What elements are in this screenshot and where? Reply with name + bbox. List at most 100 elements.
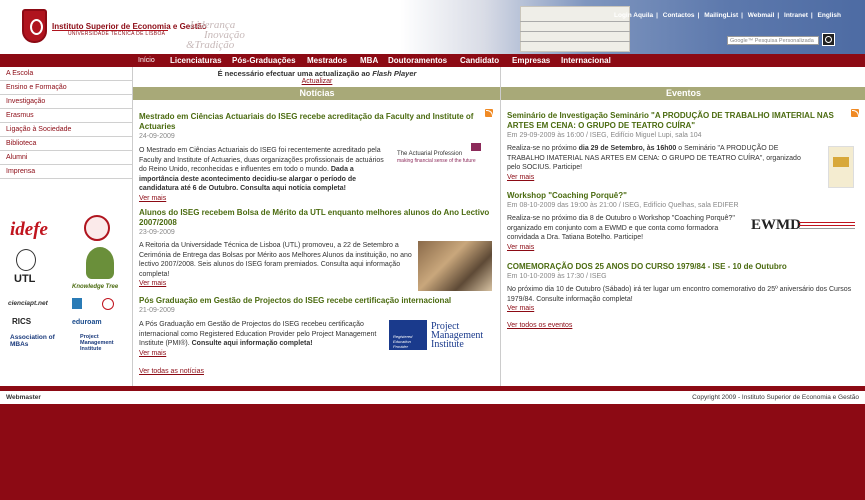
flash-notice-flash: Flash Player <box>372 69 417 78</box>
site-header: Instituto Superior de Economia e Gestão … <box>0 0 865 54</box>
news-item: Mestrado em Ciências Actuariais do ISEG … <box>139 112 484 140</box>
event-body-bold: dia 29 de Setembro, às 16h00 <box>578 145 677 152</box>
knowledge-tree-logo[interactable]: Knowledge Tree <box>72 284 118 290</box>
sidebar-item-a-escola[interactable]: A Escola <box>0 67 132 81</box>
top-link-login[interactable]: Login Aquila <box>614 12 653 19</box>
event-date: Em 29-09-2009 às 16:00 / ISEG, Edifício … <box>507 132 702 139</box>
poster-figure <box>833 157 849 167</box>
sidebar-item-ensino[interactable]: Ensino e Formação <box>0 81 132 95</box>
news-more-link[interactable]: Ver mais <box>139 280 413 287</box>
top-link-webmail[interactable]: Webmail <box>748 12 775 19</box>
news-date: 21-09-2009 <box>139 307 175 314</box>
event-body-prefix: Realiza-se no próximo <box>507 145 577 152</box>
iseg-logo[interactable] <box>22 9 47 43</box>
flash-notice-text: É necessário efectuar uma actualização a… <box>217 69 371 78</box>
eduroam-logo[interactable]: eduroam <box>72 319 102 326</box>
seminar-poster-thumbnail[interactable] <box>828 146 854 188</box>
utl-logo[interactable]: UTL <box>14 273 35 285</box>
left-sidebar: A Escola Ensino e Formação Investigação … <box>0 67 132 386</box>
all-news-link[interactable]: Ver todas as notícias <box>139 368 204 375</box>
pmi-caption: Project Management Institute <box>431 321 484 350</box>
sidebar-item-imprensa[interactable]: Imprensa <box>0 165 132 179</box>
slogan: Liderança Inovação &Tradição <box>186 20 245 51</box>
association-of-mbas-logo[interactable]: Association of MBAs <box>10 334 68 348</box>
event-more-link[interactable]: Ver mais <box>507 244 747 251</box>
event-body: No próximo dia 10 de Outubro (Sábado) ir… <box>507 283 855 312</box>
all-events-link[interactable]: Ver todos os eventos <box>507 322 572 329</box>
nav-inicio[interactable]: Início <box>138 57 155 64</box>
news-more-link[interactable]: Ver mais <box>139 350 385 357</box>
event-item: Workshop "Coaching Porquê?" Em 08-10-200… <box>507 191 855 209</box>
nav-empresas[interactable]: Empresas <box>512 56 550 65</box>
event-body: Realiza-se no próximo dia 29 de Setembro… <box>507 142 813 181</box>
rics-logo[interactable]: RICS <box>12 317 31 326</box>
event-title[interactable]: Seminário de Investigação Seminário "A P… <box>507 111 855 131</box>
utl-emblem <box>16 249 36 271</box>
event-more-link[interactable]: Ver mais <box>507 174 813 181</box>
news-title[interactable]: Alunos do ISEG recebem Bolsa de Mérito d… <box>139 208 495 228</box>
nav-pos-graduacoes[interactable]: Pós-Graduações <box>232 56 296 65</box>
actuarial-crest-icon <box>471 143 481 151</box>
search-icon[interactable] <box>822 33 835 46</box>
nav-doutoramentos[interactable]: Doutoramentos <box>388 56 447 65</box>
news-title[interactable]: Mestrado em Ciências Actuariais do ISEG … <box>139 112 484 132</box>
top-links: Login Aquila | Contactos | MailingList | We… <box>614 12 841 19</box>
actuarial-profession-logo[interactable]: The Actuarial Profession making financia… <box>397 143 493 165</box>
news-body-bold: Consulte aqui informação completa! <box>191 340 313 347</box>
actuarial-subcaption: making financial sense of the future <box>397 158 476 164</box>
news-item: Pós Graduação em Gestão de Projectos do … <box>139 296 495 314</box>
top-link-english[interactable]: English <box>818 12 841 19</box>
nav-licenciaturas[interactable]: Licenciaturas <box>170 56 222 65</box>
rss-icon[interactable] <box>485 109 493 117</box>
sidebar-item-investigacao[interactable]: Investigação <box>0 95 132 109</box>
top-link-intranet[interactable]: Intranet <box>784 12 808 19</box>
flash-update-link-wrap: Actualizar <box>133 78 501 85</box>
news-more-link[interactable]: Ver mais <box>139 195 393 202</box>
nav-internacional[interactable]: Internacional <box>561 56 611 65</box>
partner-icon-blue[interactable] <box>72 298 82 309</box>
news-date: 23-09-2009 <box>139 229 175 236</box>
sidebar-item-alumni[interactable]: Alumni <box>0 151 132 165</box>
nav-mba[interactable]: MBA <box>360 56 378 65</box>
copyright-text: Copyright 2009 - Instituto Superior de E… <box>692 394 859 401</box>
search-input[interactable]: Google™ Pesquisa Personalizada <box>727 36 819 45</box>
pmi-logo-small[interactable]: Project Management Institute <box>80 334 128 352</box>
partner-logos: idefe UTL Knowledge Tree cienciapt.net R… <box>6 215 128 357</box>
sidebar-item-erasmus[interactable]: Erasmus <box>0 109 132 123</box>
site-footer: Webmaster Copyright 2009 - Instituto Sup… <box>0 391 865 404</box>
sidebar-item-biblioteca[interactable]: Biblioteca <box>0 137 132 151</box>
ewmd-subtext-lines <box>799 222 855 223</box>
event-body: Realiza-se no próximo dia 8 de Outubro o… <box>507 212 747 251</box>
idefe-logo[interactable]: idefe <box>10 219 48 241</box>
event-title[interactable]: Workshop "Coaching Porquê?" <box>507 191 855 201</box>
sidebar-item-ligacao[interactable]: Ligação à Sociedade <box>0 123 132 137</box>
events-column: Eventos Seminário de Investigação Seminá… <box>500 67 865 386</box>
awards-ceremony-photo[interactable] <box>418 241 492 291</box>
nav-mestrados[interactable]: Mestrados <box>307 56 347 65</box>
flash-update-link[interactable]: Actualizar <box>302 78 333 85</box>
university-seal-logo[interactable] <box>84 215 110 241</box>
event-date: Em 08-10-2009 das 19:00 às 21:00 / ISEG,… <box>507 202 739 209</box>
main-nav: Início Licenciaturas Pós-Graduações Mest… <box>0 54 865 67</box>
event-title[interactable]: COMEMORAÇÃO DOS 25 ANOS DO CURSO 1979/84… <box>507 262 855 272</box>
ewmd-logo[interactable]: EWMD <box>751 217 857 235</box>
news-column: É necessário efectuar uma actualização a… <box>132 67 501 386</box>
top-link-contactos[interactable]: Contactos <box>663 12 695 19</box>
event-body-text: No próximo dia 10 de Outubro (Sábado) ir… <box>507 286 852 303</box>
top-link-mailinglist[interactable]: MailingList <box>704 12 738 19</box>
event-body-text: Realiza-se no próximo dia 8 de Outubro o… <box>507 215 735 241</box>
pmi-logo[interactable]: Registered Education Provider Project Ma… <box>387 320 493 352</box>
news-body: O Mestrado em Ciências Actuariais do ISE… <box>139 144 393 202</box>
institution-subtitle: UNIVERSIDADE TÉCNICA DE LISBOA <box>68 31 166 37</box>
pmi-emblem-text: Registered Education Provider <box>393 334 413 349</box>
cienciapt-logo[interactable]: cienciapt.net <box>8 300 48 307</box>
event-more-link[interactable]: Ver mais <box>507 305 855 312</box>
partner-icon-red[interactable] <box>102 298 114 310</box>
webmaster-link[interactable]: Webmaster <box>6 394 41 401</box>
nav-candidato[interactable]: Candidato <box>460 56 499 65</box>
actuarial-caption: The Actuarial Profession <box>397 151 463 157</box>
news-header: Notícias <box>133 87 501 100</box>
news-title[interactable]: Pós Graduação em Gestão de Projectos do … <box>139 296 495 306</box>
event-item: Seminário de Investigação Seminário "A P… <box>507 111 855 139</box>
events-header: Eventos <box>501 87 865 100</box>
